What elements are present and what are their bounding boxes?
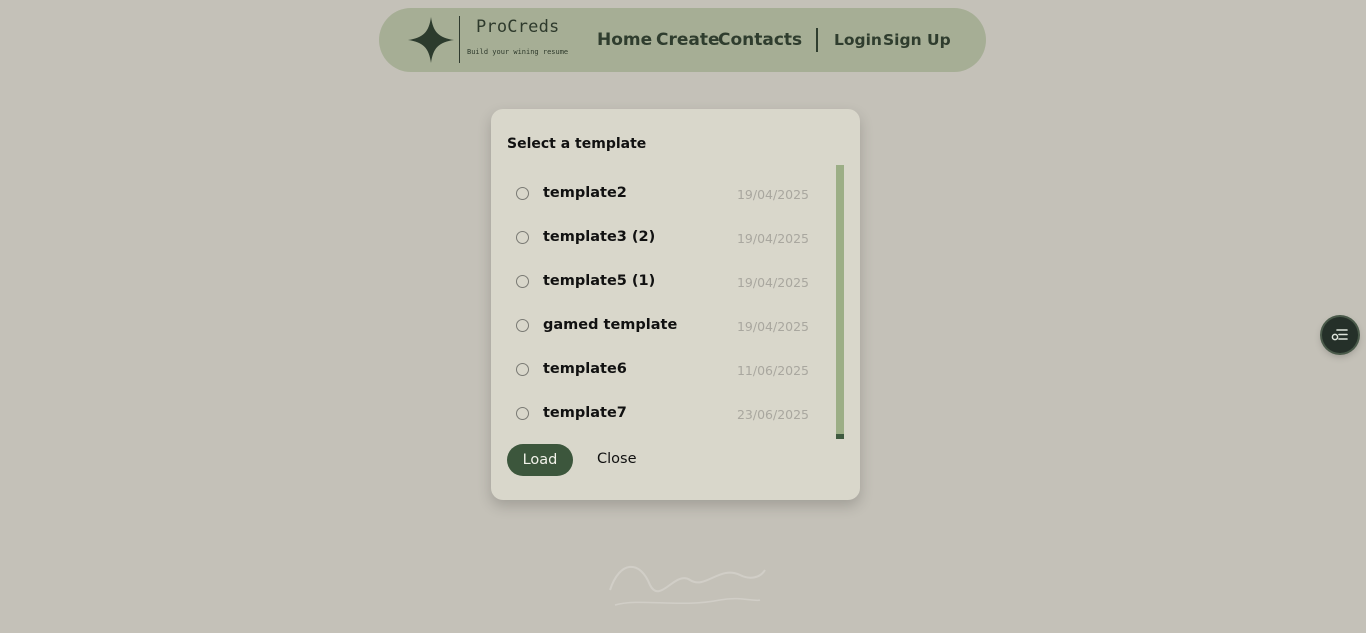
template-date: 19/04/2025 [736, 231, 809, 246]
template-name: template5 (1) [543, 273, 656, 289]
nav-home-link[interactable]: Home [597, 30, 652, 50]
template-option[interactable]: gamed template 19/04/2025 [507, 312, 817, 342]
scrollbar-end [836, 434, 844, 439]
floating-menu-button[interactable] [1322, 317, 1358, 353]
template-date: 23/06/2025 [736, 407, 809, 422]
template-name: template3 (2) [543, 229, 656, 245]
page: ProCreds Build your wining resume Home C… [0, 0, 1366, 633]
template-date: 19/04/2025 [736, 275, 809, 290]
template-name: template6 [543, 361, 627, 377]
scrollbar-thumb[interactable] [836, 165, 844, 434]
list-settings-icon [1331, 329, 1348, 341]
template-date: 19/04/2025 [736, 187, 809, 202]
template-name: template2 [543, 185, 627, 201]
modal-title: Select a template [507, 136, 647, 152]
load-button[interactable]: Load [507, 444, 573, 476]
radio-button[interactable] [516, 187, 529, 200]
nav-contacts-link[interactable]: Contacts [718, 30, 802, 50]
template-option[interactable]: template5 (1) 19/04/2025 [507, 268, 817, 298]
brand-name[interactable]: ProCreds [476, 17, 559, 37]
nav-separator [816, 28, 818, 52]
template-date: 19/04/2025 [736, 319, 809, 334]
nav-login-link[interactable]: Login [834, 31, 882, 49]
template-option[interactable]: template2 19/04/2025 [507, 180, 817, 210]
list-scrollbar[interactable] [836, 165, 844, 439]
template-select-modal: Select a template template2 19/04/2025 t… [491, 109, 860, 500]
four-point-star-icon[interactable] [407, 16, 455, 64]
template-name: gamed template [543, 317, 678, 333]
logo-divider [459, 16, 460, 63]
template-option[interactable]: template6 11/06/2025 [507, 356, 817, 386]
template-option[interactable]: template3 (2) 19/04/2025 [507, 224, 817, 254]
template-name: template7 [543, 405, 627, 421]
nav-create-link[interactable]: Create [656, 30, 720, 50]
radio-button[interactable] [516, 275, 529, 288]
nav-signup-link[interactable]: Sign Up [883, 31, 951, 49]
radio-button[interactable] [516, 407, 529, 420]
radio-button[interactable] [516, 319, 529, 332]
template-option[interactable]: template7 23/06/2025 [507, 400, 817, 430]
template-date: 11/06/2025 [736, 363, 809, 378]
close-button[interactable]: Close [597, 451, 637, 467]
radio-button[interactable] [516, 363, 529, 376]
watermark-decoration [609, 565, 766, 606]
radio-button[interactable] [516, 231, 529, 244]
brand-tagline: Build your wining resume [467, 48, 569, 56]
